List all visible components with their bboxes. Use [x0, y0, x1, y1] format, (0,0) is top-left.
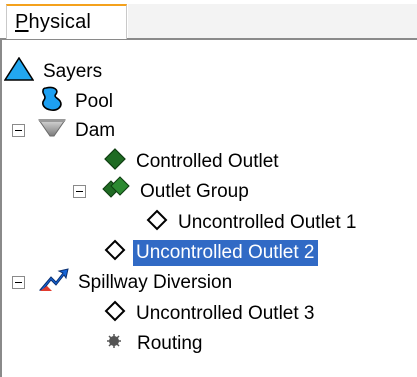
tab-strip-background	[128, 4, 417, 38]
dam-funnel-icon	[38, 118, 66, 144]
tab-label: hysical	[28, 11, 92, 33]
uncontrolled-outlet-diamond-icon	[103, 238, 127, 268]
uncontrolled-outlet-diamond-icon	[145, 208, 169, 238]
outlet-group-diamonds-icon	[101, 176, 131, 208]
tree-node-label: Sayers	[43, 61, 103, 82]
tree-node-controlled-outlet[interactable]: Controlled Outlet	[103, 147, 282, 177]
tree-node-label: Uncontrolled Outlet 1	[178, 212, 357, 233]
collapse-outlet-group-icon[interactable]	[73, 185, 86, 198]
tab-physical[interactable]: Physical	[6, 4, 127, 39]
tree-node-spillway-diversion[interactable]: Spillway Diversion	[38, 268, 235, 298]
tree-node-label: Routing	[137, 333, 203, 354]
tree-node-label: Controlled Outlet	[136, 151, 279, 172]
tab-mnemonic: P	[15, 11, 29, 33]
reservoir-pool-icon	[40, 86, 66, 118]
tree-node-outlet-group[interactable]: Outlet Group	[101, 176, 252, 208]
diversion-arrow-icon	[38, 268, 69, 298]
tree-node-label: Pool	[75, 91, 114, 112]
tree-node-uncontrolled-outlet-1[interactable]: Uncontrolled Outlet 1	[145, 208, 360, 238]
routing-dot-icon	[106, 333, 122, 355]
collapse-dam-icon[interactable]	[12, 124, 25, 137]
controlled-outlet-diamond-icon	[103, 147, 127, 177]
tree-panel[interactable]: Sayers Pool Dam Controlled Outlet Outlet…	[0, 38, 417, 377]
tree-node-label: Spillway Diversion	[78, 272, 233, 293]
tree-node-dam[interactable]: Dam	[38, 116, 118, 146]
tree-node-label: Outlet Group	[140, 181, 249, 202]
tree-node-pool[interactable]: Pool	[40, 86, 116, 118]
collapse-spillway-diversion-icon[interactable]	[12, 276, 25, 289]
tree-node-uncontrolled-outlet-2[interactable]: Uncontrolled Outlet 2	[103, 238, 318, 268]
tree-node-label: Uncontrolled Outlet 2	[133, 240, 318, 266]
uncontrolled-outlet-diamond-icon	[103, 299, 127, 329]
tree-node-routing[interactable]: Routing	[106, 329, 206, 359]
tree-node-label: Dam	[75, 120, 116, 141]
tree-node-uncontrolled-outlet-3[interactable]: Uncontrolled Outlet 3	[103, 299, 318, 329]
tree-node-sayers[interactable]: Sayers	[3, 56, 105, 87]
tree-node-label: Uncontrolled Outlet 3	[136, 303, 315, 324]
basin-triangle-icon	[3, 56, 35, 87]
